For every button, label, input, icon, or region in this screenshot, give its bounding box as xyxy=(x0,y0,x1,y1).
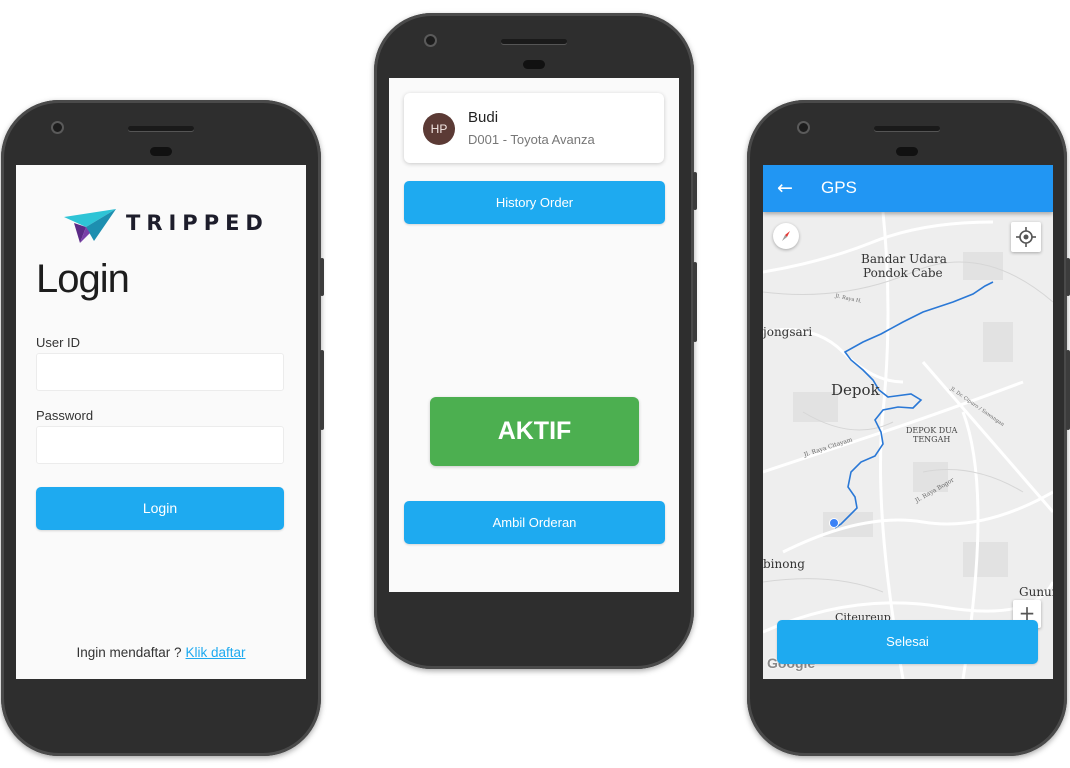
map-label: jongsari xyxy=(763,325,813,339)
user-id-input[interactable] xyxy=(36,353,284,391)
front-camera xyxy=(797,121,810,134)
logo-text: TRIPPED xyxy=(126,211,269,235)
tripped-logo: TRIPPED xyxy=(64,207,264,245)
register-prompt: Ingin mendaftar ? xyxy=(76,645,182,660)
volume-button xyxy=(320,350,324,430)
earpiece-speaker xyxy=(501,39,567,44)
page-title: GPS xyxy=(821,178,857,197)
volume-button xyxy=(1066,350,1070,430)
map-label: DEPOK DUA xyxy=(906,426,958,435)
side-button xyxy=(693,172,697,210)
proximity-sensor xyxy=(150,147,172,156)
password-label: Password xyxy=(36,408,94,423)
compass-icon[interactable] xyxy=(773,223,799,249)
map-label: Pondok Cabe xyxy=(863,266,943,280)
user-id-label: User ID xyxy=(36,335,81,350)
history-order-button[interactable]: History Order xyxy=(404,181,665,224)
gps-screen: ← GPS Bandar Udara Pondok Cabe jongsari … xyxy=(763,165,1053,679)
page-title: Login xyxy=(36,257,130,301)
take-order-button[interactable]: Ambil Orderan xyxy=(404,501,665,544)
proximity-sensor xyxy=(523,60,545,69)
map-label: TENGAH xyxy=(913,435,951,444)
avatar: HP xyxy=(423,113,455,145)
register-row: Ingin mendaftar ? Klik daftar xyxy=(16,645,306,660)
password-input[interactable] xyxy=(36,426,284,464)
register-link[interactable]: Klik daftar xyxy=(186,645,246,660)
volume-button xyxy=(693,262,697,342)
driver-screen: HP Budi D001 - Toyota Avanza History Ord… xyxy=(389,78,679,592)
proximity-sensor xyxy=(896,147,918,156)
current-location-dot xyxy=(829,518,839,528)
front-camera xyxy=(51,121,64,134)
driver-name: Budi xyxy=(468,109,499,126)
map-label: Depok xyxy=(831,381,880,399)
map-label: Gunun xyxy=(1019,585,1053,599)
map-label: binong xyxy=(763,557,805,571)
front-camera xyxy=(424,34,437,47)
login-screen: TRIPPED Login User ID Password Login Ing… xyxy=(16,165,306,679)
vehicle-info: D001 - Toyota Avanza xyxy=(468,132,595,147)
driver-profile-card: HP Budi D001 - Toyota Avanza xyxy=(404,93,664,163)
earpiece-speaker xyxy=(128,126,194,131)
finish-button[interactable]: Selesai xyxy=(777,620,1038,664)
side-button xyxy=(1066,258,1070,296)
app-bar: ← GPS xyxy=(763,165,1053,212)
map-label: Bandar Udara xyxy=(861,252,947,266)
login-button[interactable]: Login xyxy=(36,487,284,530)
my-location-icon[interactable] xyxy=(1011,222,1041,252)
earpiece-speaker xyxy=(874,126,940,131)
side-button xyxy=(320,258,324,296)
status-toggle-button[interactable]: AKTIF xyxy=(430,397,639,466)
paper-plane-icon xyxy=(64,209,116,243)
map-roads xyxy=(763,212,1053,679)
map-view[interactable]: Bandar Udara Pondok Cabe jongsari Depok … xyxy=(763,212,1053,679)
arrow-back-icon[interactable]: ← xyxy=(777,177,793,199)
